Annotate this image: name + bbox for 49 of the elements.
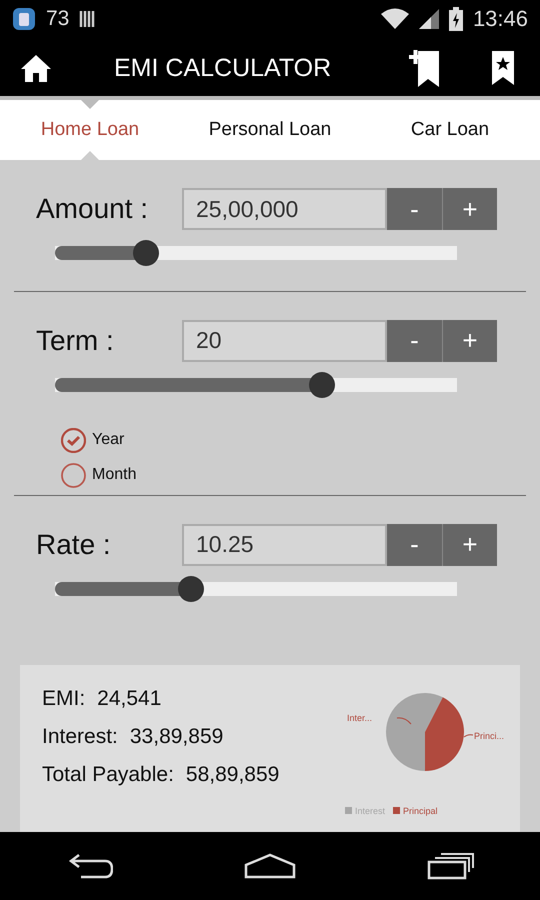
wifi-icon: [380, 8, 409, 30]
radio-button[interactable]: [61, 428, 86, 453]
battery-icon: [448, 6, 463, 31]
bookmark-star-icon[interactable]: [492, 51, 514, 86]
barcode-icon: [79, 8, 98, 29]
signal-icon: [418, 8, 439, 29]
decrement-button[interactable]: -: [387, 524, 442, 566]
leader-line: [464, 734, 474, 738]
radio-label: Month: [92, 466, 136, 484]
result-value: 58,89,859: [186, 762, 280, 787]
home-icon[interactable]: [20, 53, 52, 84]
result-label: Interest:: [42, 724, 118, 749]
result-value: 33,89,859: [130, 724, 224, 749]
value-input[interactable]: 25,00,000: [182, 188, 387, 230]
legend-swatch: [345, 806, 352, 814]
result-label: Total Payable:: [42, 762, 174, 787]
field-label: Amount :: [36, 193, 150, 226]
legend-swatch: [393, 806, 400, 814]
increment-button[interactable]: +: [442, 320, 497, 362]
value-input[interactable]: 10.25: [182, 524, 387, 566]
recent-apps-icon[interactable]: [426, 852, 475, 880]
value-input[interactable]: 20: [182, 320, 387, 362]
field-label: Rate :: [36, 528, 112, 561]
slider-thumb[interactable]: [178, 576, 204, 602]
legend-label: Principal: [403, 806, 438, 816]
home-icon[interactable]: [244, 852, 296, 879]
radio-button[interactable]: [61, 462, 86, 488]
slider-thumb[interactable]: [308, 372, 335, 398]
loan-tab[interactable]: Personal Loan: [180, 100, 360, 160]
clock-time: 13:46: [472, 6, 528, 32]
leader-line: [396, 717, 412, 724]
notification-count: 73: [46, 6, 70, 31]
loan-tab[interactable]: Car Loan: [360, 100, 540, 160]
result-label: EMI:: [42, 686, 86, 711]
app-title: EMI CALCULATOR: [114, 54, 332, 83]
slice-label: Princi...: [474, 730, 504, 741]
result-value: 24,541: [97, 686, 162, 711]
field-label: Term :: [36, 324, 115, 357]
decrement-button[interactable]: -: [387, 188, 442, 230]
increment-button[interactable]: +: [442, 188, 497, 230]
add-bookmark-icon[interactable]: [408, 49, 440, 88]
app-notification-icon: [12, 6, 36, 31]
increment-button[interactable]: +: [442, 524, 497, 566]
slider-thumb[interactable]: [132, 240, 159, 266]
slice-label: Inter...: [347, 712, 372, 723]
loan-tab[interactable]: Home Loan: [0, 100, 180, 160]
decrement-button[interactable]: -: [387, 320, 442, 362]
radio-label: Year: [92, 431, 124, 450]
legend-label: Interest: [355, 806, 386, 816]
